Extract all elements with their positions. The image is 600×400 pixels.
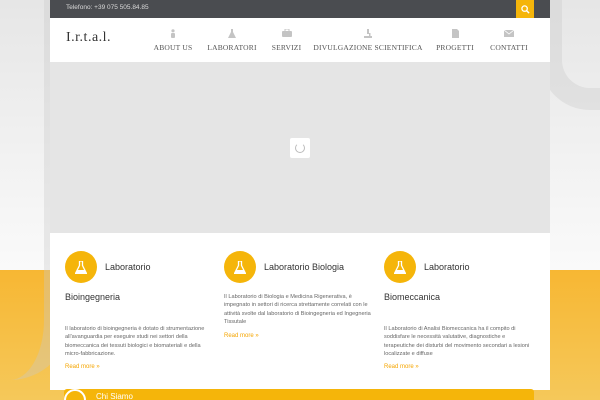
person-icon bbox=[170, 28, 176, 38]
lab-card-bioingegneria: Laboratorio Bioingegneria Il laboratorio… bbox=[65, 233, 215, 390]
nav-item-contatti[interactable]: CONTATTI bbox=[483, 24, 535, 58]
labs-section: Laboratorio Bioingegneria Il laboratorio… bbox=[50, 233, 550, 390]
hero-slider bbox=[50, 62, 550, 233]
nav-item-divulgazione-scientifica[interactable]: DIVULGAZIONE SCIENTIFICA bbox=[309, 24, 427, 58]
phone-number: Telefono: +39 075 505.84.85 bbox=[66, 4, 149, 11]
flask-icon bbox=[65, 251, 97, 283]
loading-spinner-icon bbox=[290, 138, 310, 158]
chi-siamo-bar: Chi Siamo bbox=[64, 389, 534, 400]
nav-item-about-us[interactable]: ABOUT US bbox=[146, 24, 200, 58]
card-title: Laboratorio bbox=[105, 262, 151, 272]
card-description: Il Laboratorio di Analisi Biomeccanica h… bbox=[384, 326, 530, 358]
search-icon bbox=[520, 4, 530, 14]
section-title: Chi Siamo bbox=[96, 392, 133, 400]
flask-icon bbox=[384, 251, 416, 283]
nav-item-laboratori[interactable]: LABORATORI bbox=[200, 24, 264, 58]
card-description: Il Laboratorio di Biologia e Medicina Ri… bbox=[224, 294, 371, 326]
read-more-link[interactable]: Read more » bbox=[65, 364, 100, 370]
top-bar: Telefono: +39 075 505.84.85 bbox=[50, 0, 550, 18]
read-more-link[interactable]: Read more » bbox=[384, 364, 419, 370]
briefcase-icon bbox=[281, 28, 292, 38]
nav-item-servizi[interactable]: SERVIZI bbox=[264, 24, 309, 58]
document-icon bbox=[451, 28, 459, 38]
flask-icon bbox=[228, 28, 236, 38]
card-description: Il laboratorio di bioingegneria è dotato… bbox=[65, 326, 205, 358]
nav-label: DIVULGAZIONE SCIENTIFICA bbox=[313, 43, 423, 52]
card-subtitle: Bioingegneria bbox=[65, 292, 121, 302]
nav-label: PROGETTI bbox=[436, 43, 474, 52]
search-button[interactable] bbox=[516, 0, 534, 18]
microscope-icon bbox=[364, 28, 372, 38]
card-title: Laboratorio Biologia bbox=[264, 262, 345, 272]
lab-card-biomeccanica: Laboratorio Biomeccanica Il Laboratorio … bbox=[384, 233, 534, 390]
card-title: Laboratorio bbox=[424, 262, 470, 272]
site-logo[interactable]: I.r.t.a.l. bbox=[66, 30, 111, 46]
envelope-icon bbox=[504, 28, 514, 38]
nav-label: LABORATORI bbox=[207, 43, 257, 52]
nav-label: ABOUT US bbox=[153, 43, 193, 52]
read-more-link[interactable]: Read more » bbox=[224, 333, 259, 339]
main-nav: ABOUT US LABORATORI SERVIZI DIVULGAZIONE… bbox=[146, 24, 535, 58]
nav-label: CONTATTI bbox=[490, 43, 528, 52]
header: I.r.t.a.l. ABOUT US LABORATORI SERVIZI D… bbox=[50, 18, 550, 62]
nav-item-progetti[interactable]: PROGETTI bbox=[427, 24, 483, 58]
card-subtitle: Biomeccanica bbox=[384, 292, 441, 302]
section-icon bbox=[64, 389, 86, 400]
lab-card-biologia: Laboratorio Biologia Il Laboratorio di B… bbox=[224, 233, 374, 390]
flask-icon bbox=[224, 251, 256, 283]
nav-label: SERVIZI bbox=[271, 43, 302, 52]
